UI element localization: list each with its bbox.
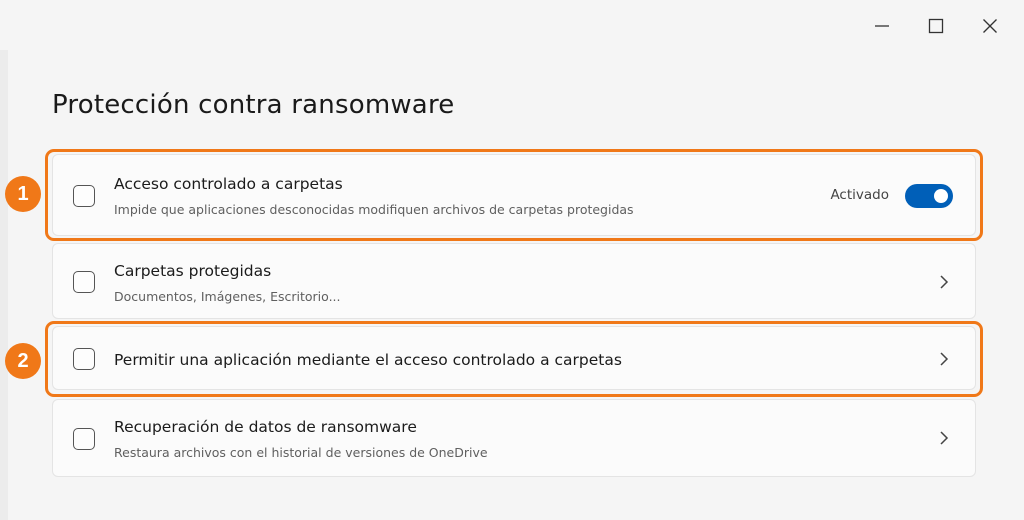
- checkbox-icon[interactable]: [73, 348, 95, 370]
- maximize-icon: [928, 18, 944, 34]
- window-controls: [866, 10, 1006, 42]
- maximize-button[interactable]: [920, 10, 952, 42]
- ransomware-data-recovery-card[interactable]: Recuperación de datos de ransomware Rest…: [52, 399, 976, 477]
- toggle-knob: [934, 189, 948, 203]
- item-title: Recuperación de datos de ransomware: [114, 418, 417, 436]
- chevron-right-icon: [940, 275, 949, 289]
- close-button[interactable]: [974, 10, 1006, 42]
- annotation-badge-1: 1: [5, 176, 41, 212]
- protected-folders-card[interactable]: Carpetas protegidas Documentos, Imágenes…: [52, 243, 976, 319]
- settings-window: Protección contra ransomware Acceso cont…: [0, 0, 1024, 520]
- controlled-folder-access-card[interactable]: Acceso controlado a carpetas Impide que …: [52, 154, 976, 236]
- checkbox-icon[interactable]: [73, 185, 95, 207]
- chevron-right-icon: [940, 431, 949, 445]
- chevron-right-icon: [940, 352, 949, 366]
- controlled-folder-access-toggle[interactable]: [905, 184, 953, 208]
- item-title: Carpetas protegidas: [114, 262, 272, 280]
- allow-app-card[interactable]: Permitir una aplicación mediante el acce…: [52, 326, 976, 390]
- toggle-status-label: Activado: [830, 187, 889, 203]
- item-subtitle: Impide que aplicaciones desconocidas mod…: [114, 202, 634, 217]
- minimize-button[interactable]: [866, 10, 898, 42]
- item-subtitle: Restaura archivos con el historial de ve…: [114, 445, 488, 460]
- close-icon: [983, 19, 997, 33]
- checkbox-icon[interactable]: [73, 271, 95, 293]
- page-title: Protección contra ransomware: [52, 90, 455, 120]
- item-title: Permitir una aplicación mediante el acce…: [114, 351, 622, 369]
- item-subtitle: Documentos, Imágenes, Escritorio...: [114, 289, 341, 304]
- annotation-badge-2: 2: [5, 343, 41, 379]
- item-title: Acceso controlado a carpetas: [114, 175, 343, 193]
- navigation-pane-edge: [0, 50, 8, 520]
- checkbox-icon[interactable]: [73, 428, 95, 450]
- minimize-icon: [875, 25, 889, 27]
